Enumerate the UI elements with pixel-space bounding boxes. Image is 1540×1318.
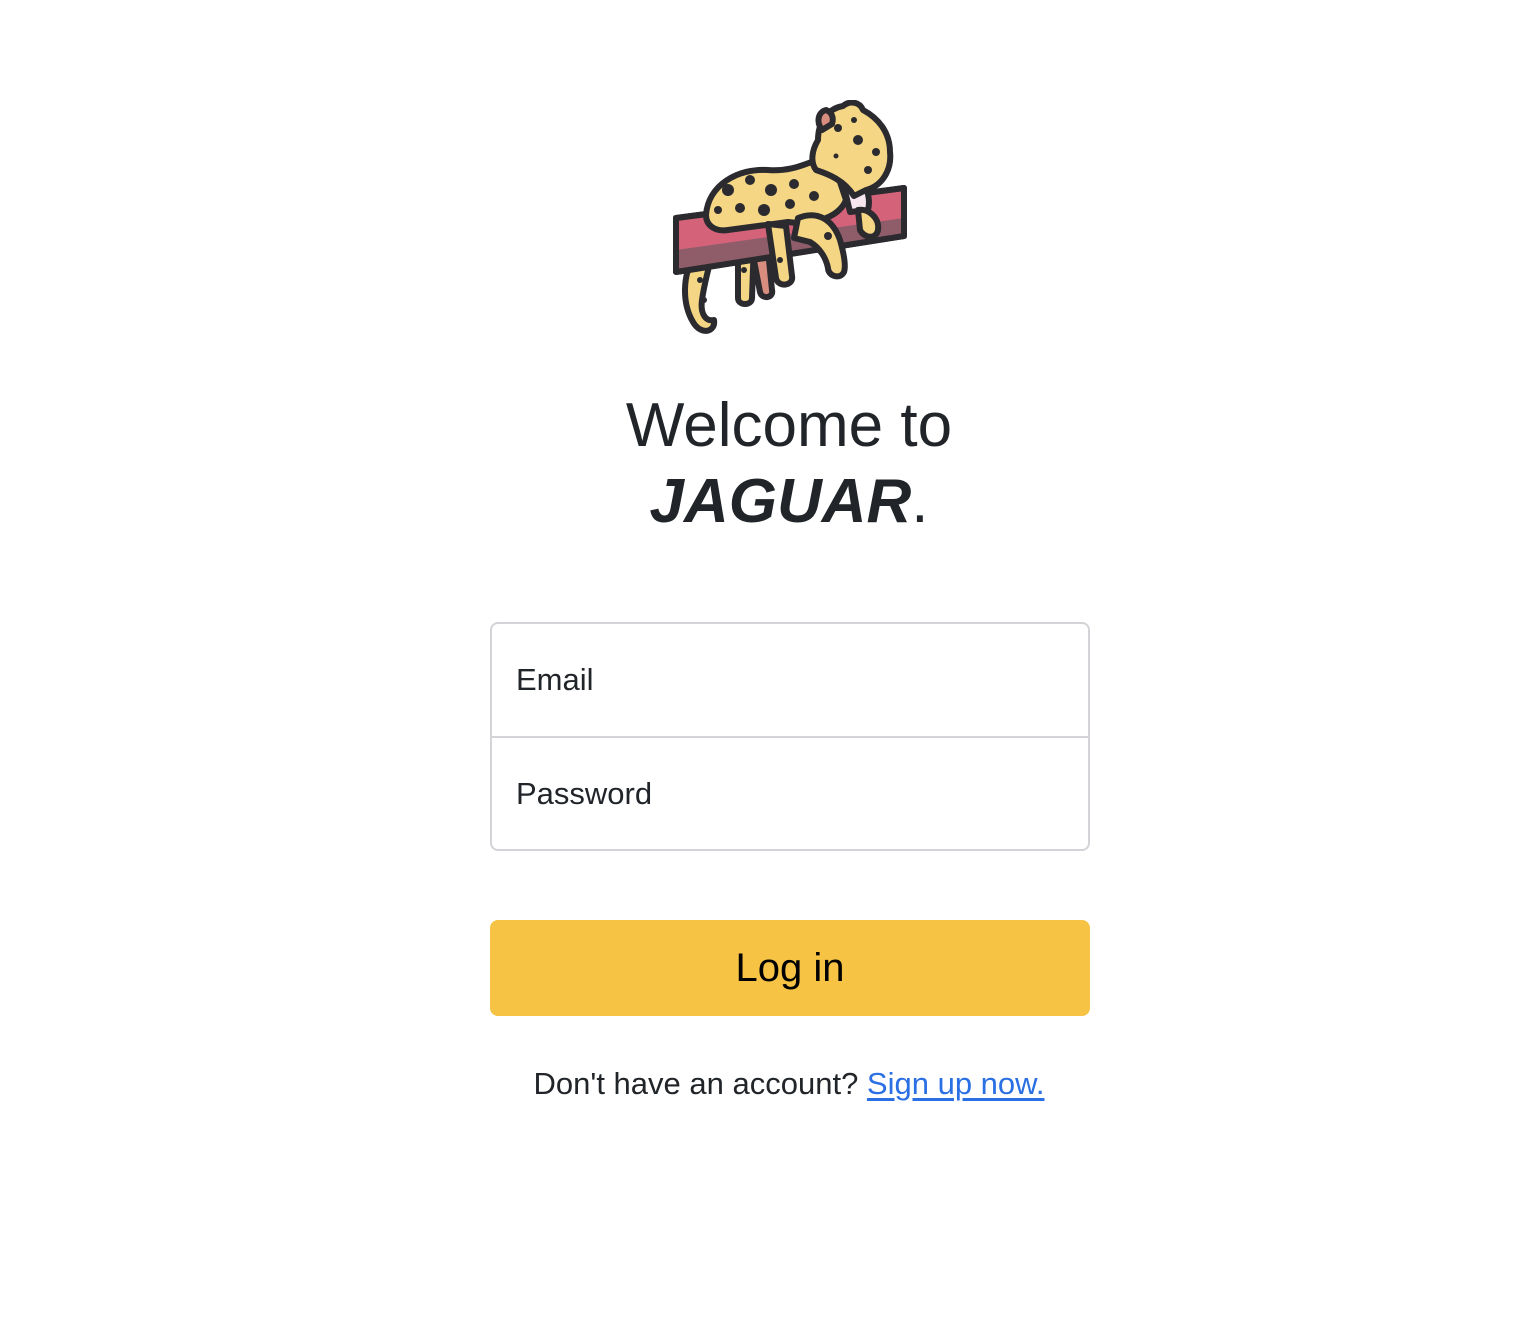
password-field[interactable] <box>490 737 1090 851</box>
login-button[interactable]: Log in <box>490 920 1090 1016</box>
signup-prompt: Don't have an account? Sign up now. <box>0 1066 1540 1102</box>
heading-period: . <box>911 467 929 536</box>
login-form <box>490 622 1090 851</box>
heading-line1: Welcome to <box>625 391 953 460</box>
brand-name: JAGUAR <box>649 467 912 536</box>
signup-prompt-text: Don't have an account? <box>533 1066 867 1101</box>
page-title: Welcome to JAGUAR. <box>0 388 1540 540</box>
email-field[interactable] <box>490 622 1090 737</box>
jaguar-logo-icon <box>668 99 912 340</box>
signup-link[interactable]: Sign up now. <box>867 1066 1045 1101</box>
